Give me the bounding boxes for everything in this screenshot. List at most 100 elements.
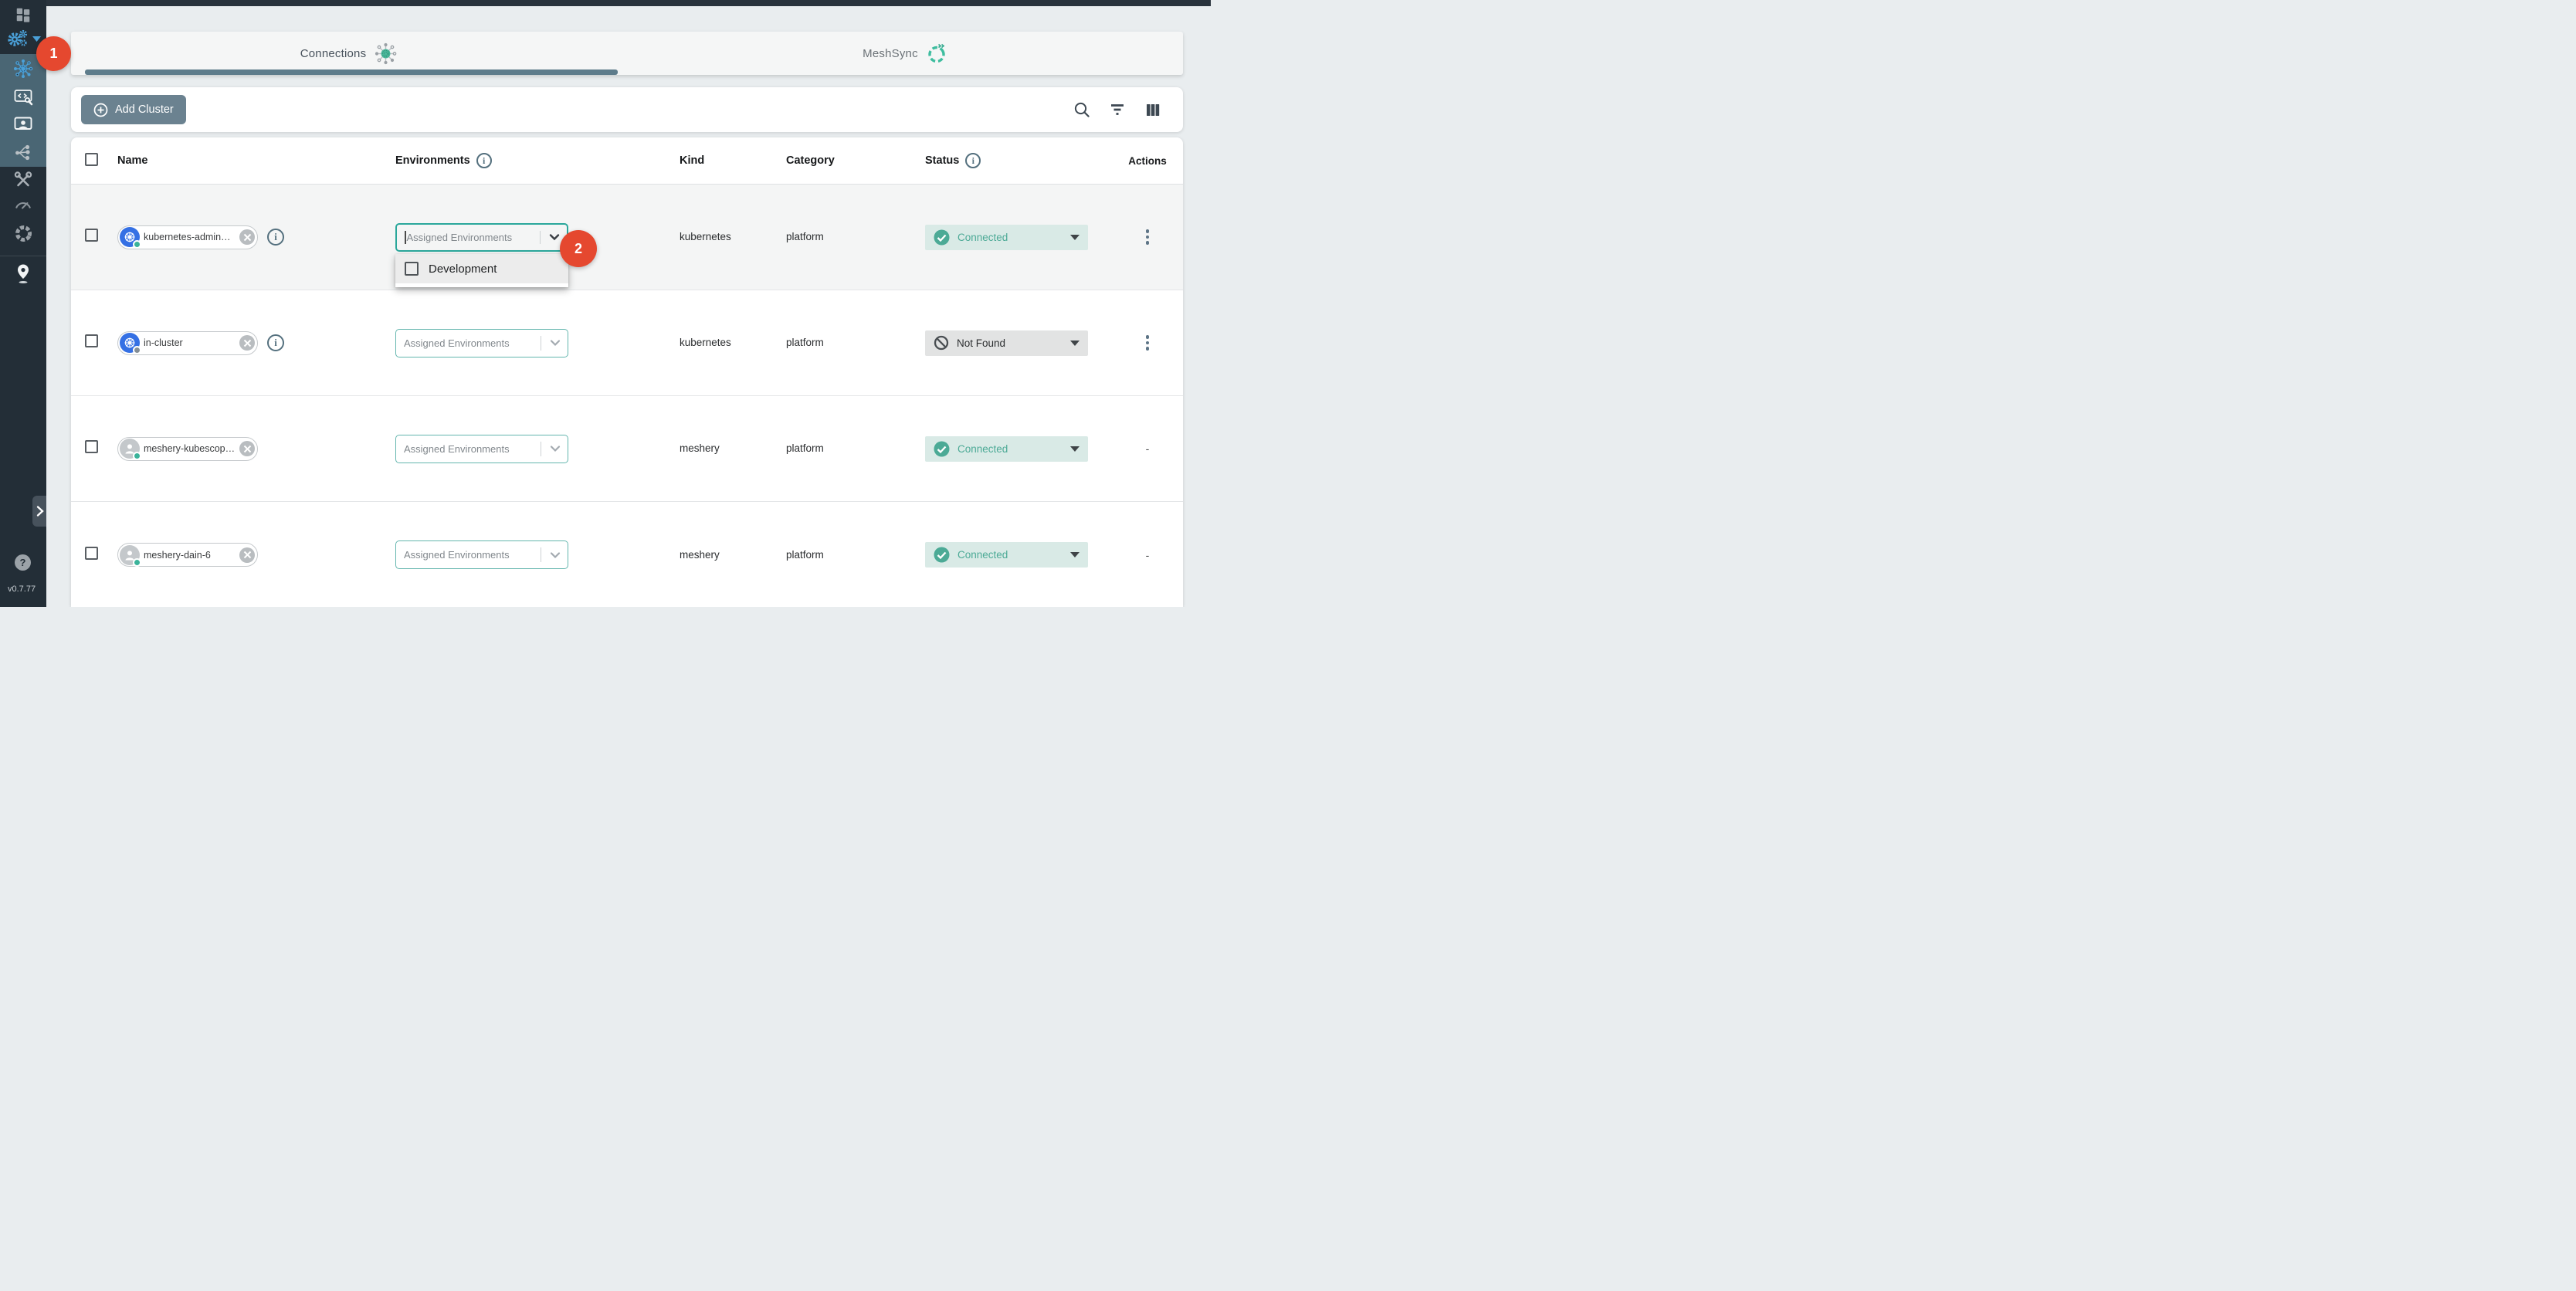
chevron-down-icon[interactable] xyxy=(550,339,561,347)
connections-table: Name Environments i Kind Category Status… xyxy=(71,137,1183,607)
actions-empty: - xyxy=(1146,549,1150,561)
table-row: meshery-dain-6 Assigned Environments mes… xyxy=(71,502,1183,607)
annotation-badge-1: 1 xyxy=(36,36,71,71)
connections-tab-icon xyxy=(374,42,398,66)
table-row: kubernetes-admin… i Assigned Environment… xyxy=(71,185,1183,290)
row-checkbox[interactable] xyxy=(85,440,98,453)
remote-session-icon[interactable] xyxy=(0,114,46,134)
meshery-app: ? v0.7.77 Connections xyxy=(0,0,1211,607)
select-all-checkbox[interactable] xyxy=(85,153,98,166)
tab-connections-label: Connections xyxy=(300,47,367,60)
active-tab-indicator xyxy=(85,69,618,75)
environments-select[interactable]: Assigned Environments xyxy=(395,223,568,252)
extensions-icon[interactable] xyxy=(0,222,46,244)
status-label: Connected xyxy=(958,232,1008,243)
status-info-icon[interactable]: i xyxy=(965,153,981,168)
sidebar-expand-button[interactable] xyxy=(32,496,46,527)
option-checkbox[interactable] xyxy=(405,262,419,276)
kubernetes-icon xyxy=(120,333,140,353)
remove-connection-icon[interactable] xyxy=(239,547,255,563)
add-cluster-label: Add Cluster xyxy=(115,103,174,116)
top-edge-bar xyxy=(0,0,1211,6)
status-label: Not Found xyxy=(957,337,1005,349)
filter-icon[interactable] xyxy=(1109,101,1126,118)
col-environments: Environments xyxy=(395,154,470,167)
kind-value: kubernetes xyxy=(680,337,731,348)
help-button[interactable]: ? xyxy=(15,554,31,571)
service-graph-icon[interactable] xyxy=(0,142,46,162)
status-select[interactable]: Connected xyxy=(925,436,1088,462)
performance-gauge-icon[interactable] xyxy=(0,195,46,215)
environment-option-development[interactable]: Development xyxy=(395,254,568,283)
annotation-badge-2: 2 xyxy=(560,230,597,267)
add-cluster-button[interactable]: Add Cluster xyxy=(81,95,186,124)
caret-down-icon xyxy=(1070,552,1080,557)
environments-select[interactable]: Assigned Environments xyxy=(395,435,568,463)
connection-chip[interactable]: meshery-dain-6 xyxy=(117,543,258,567)
col-kind: Kind xyxy=(680,154,704,167)
environments-placeholder: Assigned Environments xyxy=(404,549,510,561)
caret-down-icon xyxy=(1070,446,1080,452)
chevron-down-icon[interactable] xyxy=(549,233,560,241)
environments-placeholder: Assigned Environments xyxy=(404,443,510,455)
chevron-down-icon[interactable] xyxy=(550,551,561,559)
status-select[interactable]: Connected xyxy=(925,225,1088,250)
col-category: Category xyxy=(786,154,835,167)
actions-menu-icon[interactable] xyxy=(1143,332,1153,354)
connection-name: meshery-kubescop… xyxy=(144,443,236,454)
kind-value: meshery xyxy=(680,549,720,561)
remove-connection-icon[interactable] xyxy=(239,229,255,245)
connection-info-icon[interactable]: i xyxy=(267,229,284,246)
tab-meshsync[interactable]: MeshSync xyxy=(627,32,1183,75)
environments-placeholder: Assigned Environments xyxy=(407,232,513,243)
tabs-bar: Connections MeshS xyxy=(71,32,1183,75)
configuration-wrenches-icon[interactable] xyxy=(0,170,46,190)
chevron-down-icon[interactable] xyxy=(550,445,561,452)
connection-chip[interactable]: meshery-kubescop… xyxy=(117,437,258,461)
col-name: Name xyxy=(117,154,148,167)
select-divider xyxy=(540,231,541,244)
category-value: platform xyxy=(786,442,824,454)
status-dot xyxy=(133,346,141,354)
connection-chip[interactable]: kubernetes-admin… xyxy=(117,225,258,249)
connection-chip[interactable]: in-cluster xyxy=(117,331,258,355)
toolbar-icons xyxy=(1073,87,1161,132)
kind-value: kubernetes xyxy=(680,231,731,242)
table-header: Name Environments i Kind Category Status… xyxy=(71,137,1183,185)
text-cursor xyxy=(405,231,406,244)
user-avatar-icon xyxy=(120,545,140,565)
location-pin-icon[interactable] xyxy=(0,263,46,286)
caret-down-icon xyxy=(1070,341,1080,346)
environments-select[interactable]: Assigned Environments xyxy=(395,329,568,357)
status-label: Connected xyxy=(958,443,1008,455)
caret-down-icon xyxy=(1070,235,1080,240)
sidebar: ? v0.7.77 xyxy=(0,0,46,607)
plus-circle-icon xyxy=(93,103,108,117)
dashboard-icon[interactable] xyxy=(0,5,46,24)
actions-empty: - xyxy=(1146,442,1150,455)
search-icon[interactable] xyxy=(1073,101,1090,118)
connected-check-icon xyxy=(934,547,950,563)
connection-name: kubernetes-admin… xyxy=(144,232,236,242)
row-checkbox[interactable] xyxy=(85,547,98,560)
environments-info-icon[interactable]: i xyxy=(476,153,492,168)
actions-menu-icon[interactable] xyxy=(1143,226,1153,248)
status-select[interactable]: Not Found xyxy=(925,330,1088,356)
status-select[interactable]: Connected xyxy=(925,542,1088,568)
connection-name: in-cluster xyxy=(144,337,236,348)
view-columns-icon[interactable] xyxy=(1144,101,1161,118)
remove-connection-icon[interactable] xyxy=(239,441,255,456)
table-row: meshery-kubescop… Assigned Environments … xyxy=(71,396,1183,502)
remove-connection-icon[interactable] xyxy=(239,335,255,351)
kubernetes-icon xyxy=(120,227,140,247)
row-checkbox[interactable] xyxy=(85,229,98,242)
status-dot xyxy=(133,240,141,249)
tab-connections[interactable]: Connections xyxy=(71,32,627,75)
kind-value: meshery xyxy=(680,442,720,454)
adapters-code-icon[interactable] xyxy=(0,86,46,107)
connection-info-icon[interactable]: i xyxy=(267,334,284,351)
meshsync-tab-icon xyxy=(926,42,947,64)
environments-select[interactable]: Assigned Environments xyxy=(395,540,568,569)
category-value: platform xyxy=(786,549,824,561)
row-checkbox[interactable] xyxy=(85,334,98,347)
